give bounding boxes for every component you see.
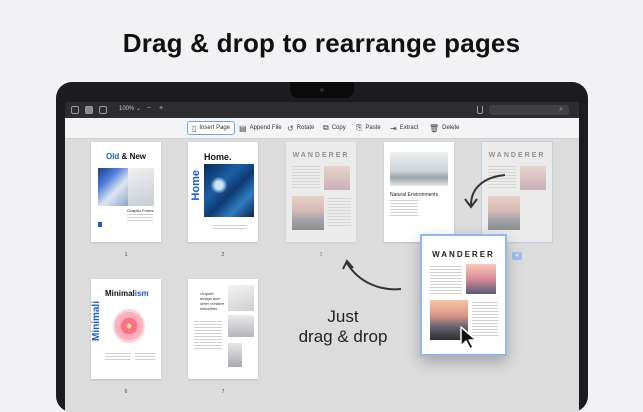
delete-button[interactable]: 🗑 Delete (425, 121, 464, 135)
text-lines (292, 166, 320, 190)
vertical-title: Minimali (91, 301, 102, 342)
sidebar-toggle-icon[interactable] (71, 106, 79, 114)
append-file-icon: ▤ (239, 123, 247, 133)
page-image (228, 315, 254, 337)
insert-page-icon: ▯ (192, 123, 197, 133)
page-thumbnail-natural-environments[interactable]: Natural Environments (384, 142, 454, 242)
mouse-cursor-icon (460, 326, 477, 350)
text-lines (213, 225, 247, 231)
page-thumbnail-1[interactable]: Old & New Graphic Forms (91, 142, 161, 242)
vertical-title: Home (190, 170, 202, 201)
paste-icon: ⎘ (356, 123, 363, 132)
rotate-icon: ↺ (287, 123, 294, 133)
page-image (390, 152, 448, 186)
drag-drop-callout: Just drag & drop (298, 307, 388, 346)
page-number: 7 (221, 389, 225, 395)
camera-notch (290, 82, 354, 98)
text-lines (430, 266, 462, 294)
page-number: 1 (124, 252, 128, 258)
text-lines (327, 198, 351, 228)
text-lines (194, 321, 222, 351)
page-thumbnail-7[interactable]: Graphic design and other creative indust… (188, 279, 258, 379)
page-image (228, 285, 254, 311)
text-lines (390, 200, 418, 218)
share-icon[interactable] (477, 106, 483, 114)
page-image (292, 196, 324, 230)
page-image (324, 166, 350, 190)
page-image (520, 166, 546, 190)
laptop-frame: 100% ⌄ − + ⌕ ▯ Insert Page ▤ Append File ↺… (56, 82, 588, 412)
text-lines (127, 214, 153, 223)
text-lines (105, 353, 131, 361)
zoom-level[interactable]: 100% ⌄ (119, 105, 141, 112)
zoom-in-button[interactable]: + (159, 105, 163, 112)
camera-icon (320, 88, 324, 92)
page-thumbnail-6[interactable]: Minimalism Minimali (91, 279, 161, 379)
paste-button[interactable]: ⎘ Paste (352, 121, 385, 135)
page-title: WANDERER (488, 152, 546, 159)
flower-image (113, 309, 145, 343)
search-icon: ⌕ (559, 106, 563, 113)
thumbnail-view-icon[interactable] (85, 106, 93, 114)
copy-icon: ⧉ (323, 123, 329, 132)
copy-button[interactable]: ⧉ Copy (319, 121, 350, 135)
append-file-button[interactable]: ▤ Append File (235, 121, 286, 135)
page-title: Minimalism (105, 289, 149, 298)
insert-page-button[interactable]: ▯ Insert Page (187, 121, 236, 135)
zoom-out-button[interactable]: − (147, 105, 151, 112)
page-image (128, 168, 154, 206)
trash-icon: 🗑 (429, 123, 440, 133)
app-window: 100% ⌄ − + ⌕ ▯ Insert Page ▤ Append File ↺… (65, 102, 579, 412)
extract-button[interactable]: ⇥ Extract (386, 121, 422, 135)
page-caption: Graphic design and other creative indust… (200, 291, 225, 311)
page-image (228, 343, 242, 367)
curved-arrow-left-icon (342, 259, 402, 291)
rotate-button[interactable]: ↺ Rotate (283, 121, 318, 135)
text-lines (135, 353, 155, 361)
page-accent (98, 222, 102, 227)
page-number: 6 (124, 389, 128, 395)
curved-arrow-down-icon (464, 174, 506, 209)
page-caption: Graphic Forms (127, 208, 154, 213)
page-title: Home. (204, 152, 232, 162)
page-title: Old & New (105, 152, 147, 161)
extract-icon: ⇥ (390, 123, 397, 133)
page-number-selected: 4 (512, 252, 522, 260)
page-title: WANDERER (292, 152, 350, 159)
page-title: WANDERER (432, 250, 495, 259)
page-caption: Natural Environments (390, 192, 439, 198)
page-image (466, 264, 496, 294)
page-thumbnail-2[interactable]: Home. Home (188, 142, 258, 242)
window-titlebar: 100% ⌄ − + ⌕ (65, 102, 579, 118)
headline: Drag & drop to rearrange pages (122, 28, 521, 58)
page-thumbnail-3[interactable]: WANDERER (286, 142, 356, 242)
grid-view-icon[interactable] (99, 106, 107, 114)
page-number: 2 (221, 252, 225, 258)
toolbar: ▯ Insert Page ▤ Append File ↺ Rotate ⧉ Copy … (65, 118, 579, 139)
page-grid: Old & New Graphic Forms 1 Home. Home 2 W… (65, 139, 579, 412)
search-input[interactable]: ⌕ (489, 105, 569, 115)
page-image (98, 168, 128, 206)
page-image (204, 164, 254, 217)
